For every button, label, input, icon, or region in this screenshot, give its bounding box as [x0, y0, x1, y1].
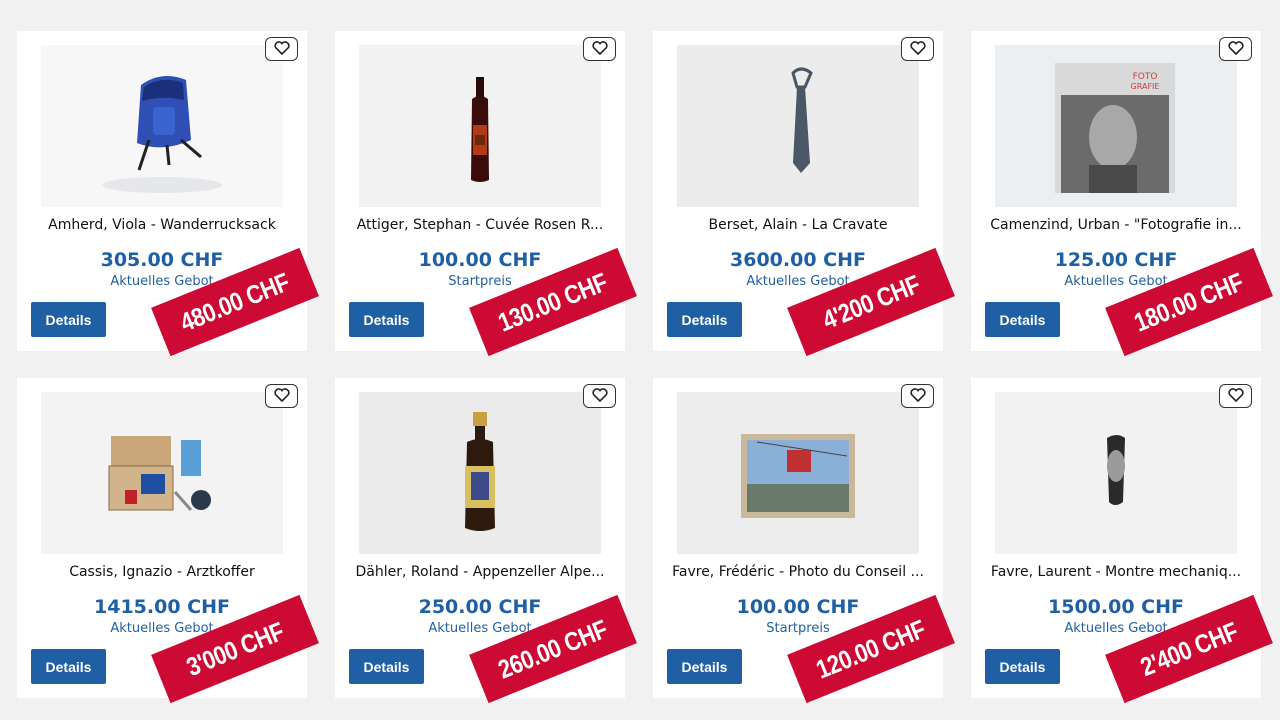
details-button[interactable]: Details — [349, 649, 424, 684]
details-button[interactable]: Details — [985, 302, 1060, 337]
svg-text:GRAFIE: GRAFIE — [1131, 82, 1160, 91]
heart-icon — [1227, 387, 1244, 406]
product-card[interactable]: Favre, Laurent - Montre mechaniq... 1500… — [971, 378, 1273, 704]
favorite-button[interactable] — [1219, 37, 1252, 61]
product-title[interactable]: Dähler, Roland - Appenzeller Alpe... — [343, 564, 617, 580]
details-button[interactable]: Details — [31, 649, 106, 684]
heart-icon — [591, 40, 608, 59]
heart-icon — [273, 387, 290, 406]
product-image-photo-book[interactable]: FOTO GRAFIE — [995, 45, 1237, 207]
favorite-button[interactable] — [1219, 384, 1252, 408]
product-image-liqueur-bottle[interactable] — [359, 392, 601, 554]
favorite-button[interactable] — [583, 37, 616, 61]
product-image-framed-photo[interactable] — [677, 392, 919, 554]
details-button[interactable]: Details — [667, 302, 742, 337]
product-image-backpack[interactable] — [41, 45, 283, 207]
product-title[interactable]: Favre, Frédéric - Photo du Conseil ... — [661, 564, 935, 580]
product-image-wine-bottle[interactable] — [359, 45, 601, 207]
product-card[interactable]: Cassis, Ignazio - Arztkoffer 1415.00 CHF… — [17, 378, 319, 704]
product-title[interactable]: Cassis, Ignazio - Arztkoffer — [25, 564, 299, 580]
favorite-button[interactable] — [583, 384, 616, 408]
product-image-doctor-kit[interactable] — [41, 392, 283, 554]
favorite-button[interactable] — [265, 37, 298, 61]
heart-icon — [909, 387, 926, 406]
product-title[interactable]: Amherd, Viola - Wanderrucksack — [25, 217, 299, 233]
product-card[interactable]: Berset, Alain - La Cravate 3600.00 CHF A… — [653, 31, 955, 357]
product-grid: Amherd, Viola - Wanderrucksack 305.00 CH… — [0, 0, 1280, 720]
details-button[interactable]: Details — [667, 649, 742, 684]
product-card[interactable]: FOTO GRAFIE Camenzind, Urban - "Fotograf… — [971, 31, 1273, 357]
product-card[interactable]: Favre, Frédéric - Photo du Conseil ... 1… — [653, 378, 955, 704]
product-card[interactable]: Amherd, Viola - Wanderrucksack 305.00 CH… — [17, 31, 319, 357]
product-title[interactable]: Camenzind, Urban - "Fotografie in... — [979, 217, 1253, 233]
product-title[interactable]: Attiger, Stephan - Cuvée Rosen R... — [343, 217, 617, 233]
heart-icon — [591, 387, 608, 406]
details-button[interactable]: Details — [31, 302, 106, 337]
product-title[interactable]: Favre, Laurent - Montre mechaniq... — [979, 564, 1253, 580]
heart-icon — [909, 40, 926, 59]
heart-icon — [273, 40, 290, 59]
product-title[interactable]: Berset, Alain - La Cravate — [661, 217, 935, 233]
favorite-button[interactable] — [901, 37, 934, 61]
favorite-button[interactable] — [265, 384, 298, 408]
product-card[interactable]: Dähler, Roland - Appenzeller Alpe... 250… — [335, 378, 637, 704]
details-button[interactable]: Details — [349, 302, 424, 337]
svg-text:FOTO: FOTO — [1133, 72, 1158, 82]
product-image-watch[interactable] — [995, 392, 1237, 554]
product-image-tie[interactable] — [677, 45, 919, 207]
favorite-button[interactable] — [901, 384, 934, 408]
details-button[interactable]: Details — [985, 649, 1060, 684]
product-card[interactable]: Attiger, Stephan - Cuvée Rosen R... 100.… — [335, 31, 637, 357]
heart-icon — [1227, 40, 1244, 59]
